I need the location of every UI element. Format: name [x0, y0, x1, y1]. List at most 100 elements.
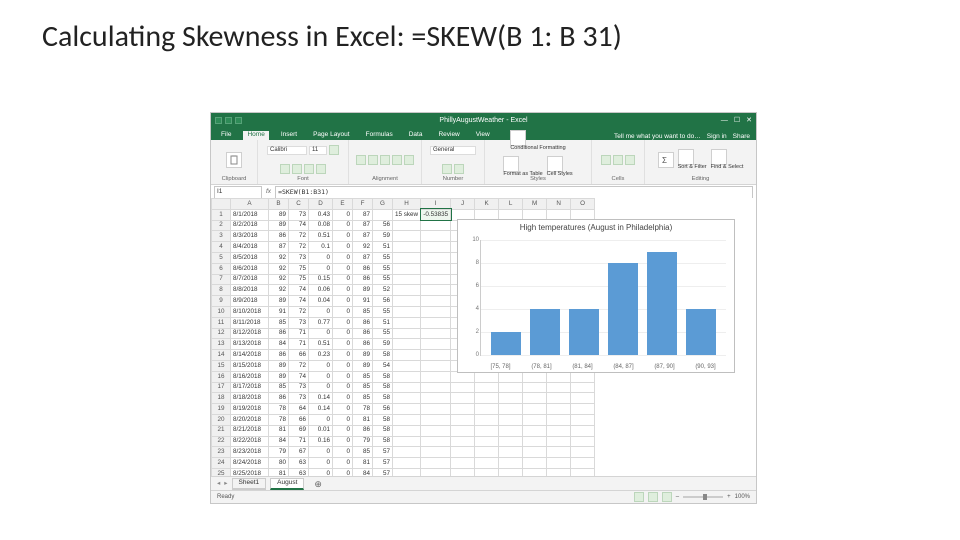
delete-cells-icon[interactable] — [613, 155, 623, 165]
cell[interactable]: 0 — [333, 242, 353, 253]
cell[interactable]: 0.43 — [309, 209, 333, 220]
cell[interactable] — [475, 425, 499, 436]
cell[interactable] — [393, 360, 421, 371]
cell[interactable] — [421, 447, 451, 458]
row-header[interactable]: 13 — [212, 339, 231, 350]
column-header[interactable]: O — [571, 199, 595, 210]
cell[interactable]: 74 — [289, 220, 309, 231]
embedded-chart[interactable]: High temperatures (August in Philadelphi… — [457, 219, 735, 373]
zoom-slider[interactable] — [683, 496, 723, 498]
cell[interactable]: 15 skew — [393, 209, 421, 220]
cell[interactable]: 79 — [269, 447, 289, 458]
cell[interactable] — [421, 317, 451, 328]
row-header[interactable]: 16 — [212, 371, 231, 382]
cell[interactable]: 92 — [269, 274, 289, 285]
cell[interactable] — [547, 414, 571, 425]
cell[interactable] — [547, 436, 571, 447]
cell[interactable]: 56 — [373, 220, 393, 231]
cell[interactable]: 71 — [289, 339, 309, 350]
cell[interactable] — [393, 274, 421, 285]
cell[interactable]: 0 — [309, 252, 333, 263]
column-header[interactable]: H — [393, 199, 421, 210]
column-header[interactable]: K — [475, 199, 499, 210]
tab-review[interactable]: Review — [434, 131, 463, 141]
cell[interactable]: 86 — [269, 231, 289, 242]
cell[interactable]: 66 — [289, 350, 309, 361]
row-header[interactable]: 4 — [212, 242, 231, 253]
column-header[interactable]: N — [547, 199, 571, 210]
cell[interactable] — [523, 458, 547, 469]
cell[interactable] — [499, 393, 523, 404]
cell[interactable]: 86 — [353, 339, 373, 350]
cell[interactable]: 8/16/2018 — [231, 371, 269, 382]
cell[interactable]: 0 — [309, 328, 333, 339]
cell[interactable] — [421, 285, 451, 296]
cell[interactable]: 8/18/2018 — [231, 393, 269, 404]
column-header[interactable]: A — [231, 199, 269, 210]
cell[interactable]: 0 — [333, 350, 353, 361]
cell[interactable]: 8/5/2018 — [231, 252, 269, 263]
format-as-table-icon[interactable] — [503, 156, 519, 172]
cell[interactable] — [499, 436, 523, 447]
cell[interactable]: 73 — [289, 252, 309, 263]
cell[interactable] — [393, 382, 421, 393]
cell[interactable] — [499, 404, 523, 415]
cell[interactable] — [393, 328, 421, 339]
cell[interactable]: 72 — [289, 242, 309, 253]
cell[interactable] — [421, 458, 451, 469]
cell[interactable]: 0 — [333, 393, 353, 404]
cell[interactable]: 78 — [269, 414, 289, 425]
cell[interactable] — [523, 414, 547, 425]
cell[interactable]: 0 — [333, 414, 353, 425]
cell[interactable]: 73 — [289, 209, 309, 220]
row-header[interactable]: 17 — [212, 382, 231, 393]
cell[interactable]: 67 — [289, 447, 309, 458]
cell[interactable]: 85 — [353, 447, 373, 458]
cell[interactable] — [421, 263, 451, 274]
column-header[interactable]: J — [451, 199, 475, 210]
italic-icon[interactable] — [280, 164, 290, 174]
cell[interactable]: 75 — [289, 274, 309, 285]
row-header[interactable]: 9 — [212, 296, 231, 307]
cell[interactable] — [499, 425, 523, 436]
cell[interactable] — [393, 404, 421, 415]
cell[interactable]: 56 — [373, 296, 393, 307]
cell[interactable] — [393, 414, 421, 425]
row-header[interactable]: 3 — [212, 231, 231, 242]
cell[interactable] — [499, 414, 523, 425]
cell[interactable]: 55 — [373, 263, 393, 274]
cell[interactable]: 85 — [353, 393, 373, 404]
cell[interactable]: 92 — [269, 285, 289, 296]
cell[interactable] — [523, 404, 547, 415]
cell[interactable] — [393, 285, 421, 296]
conditional-formatting-icon[interactable] — [510, 130, 526, 146]
cell[interactable]: 89 — [269, 360, 289, 371]
cell[interactable]: 71 — [289, 436, 309, 447]
cell[interactable]: 0.16 — [309, 436, 333, 447]
align-center-icon[interactable] — [368, 155, 378, 165]
cell[interactable]: 8/6/2018 — [231, 263, 269, 274]
cell[interactable]: 55 — [373, 274, 393, 285]
cell[interactable]: 86 — [269, 350, 289, 361]
row-header[interactable]: 15 — [212, 360, 231, 371]
cell[interactable] — [421, 371, 451, 382]
cell[interactable]: 51 — [373, 242, 393, 253]
tab-page-layout[interactable]: Page Layout — [309, 131, 354, 141]
sheet-tab-august[interactable]: August — [270, 478, 304, 490]
cell[interactable] — [547, 393, 571, 404]
cell[interactable]: 55 — [373, 252, 393, 263]
column-header[interactable]: C — [289, 199, 309, 210]
cell[interactable]: 0 — [309, 447, 333, 458]
cell[interactable]: 0 — [309, 263, 333, 274]
cell[interactable]: 58 — [373, 350, 393, 361]
cell[interactable]: 92 — [269, 252, 289, 263]
cell[interactable]: 85 — [269, 317, 289, 328]
cell[interactable] — [523, 382, 547, 393]
cell[interactable]: 0 — [309, 458, 333, 469]
column-header[interactable]: I — [421, 199, 451, 210]
cell[interactable]: 89 — [353, 350, 373, 361]
cell[interactable]: 58 — [373, 425, 393, 436]
cell[interactable]: 81 — [269, 425, 289, 436]
row-header[interactable]: 2 — [212, 220, 231, 231]
cell[interactable]: 72 — [289, 231, 309, 242]
